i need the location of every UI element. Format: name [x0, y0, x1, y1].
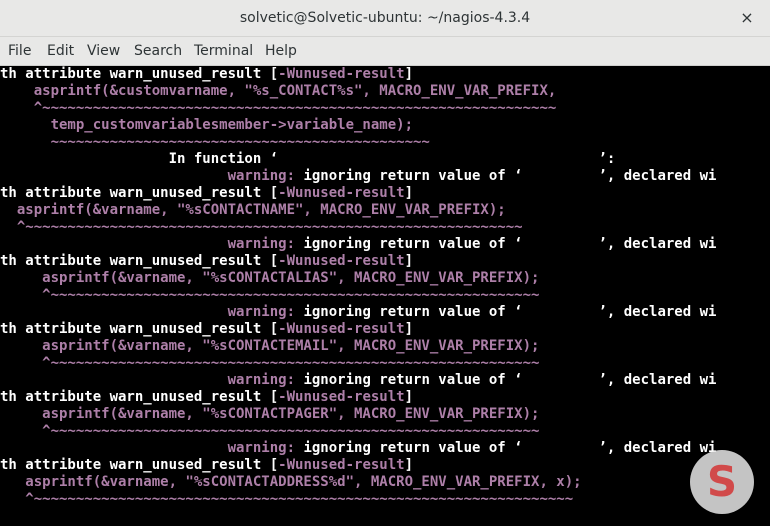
terminal-text: -Wunused-result [278, 66, 405, 82]
terminal-line: asprintf(&varname, "%sCONTACTALIAS", MAC… [0, 270, 539, 287]
terminal-line: asprintf(&customvarname, "%s_CONTACT%s",… [0, 83, 557, 100]
terminal-text: -Wunused-result [278, 185, 405, 201]
terminal-text: ] [404, 185, 414, 201]
terminal-text: -Wunused-result [278, 389, 405, 405]
terminal-text: ] [404, 389, 414, 405]
terminal-text: ^~~~~~~~~~~~~~~~~~~~~~~~~~~~~~~~~~~~~~~~… [0, 423, 540, 439]
terminal-text: asprintf(&varname, "%sCONTACTALIAS", MAC… [0, 270, 540, 286]
terminal-text: warning: [227, 168, 296, 184]
terminal-line: asprintf(&varname, "%sCONTACTADDRESS%d",… [0, 474, 582, 491]
terminal-text: asprintf(&customvarname, "%s_CONTACT%s",… [0, 83, 557, 99]
terminal-line: asprintf(&varname, "%sCONTACTPAGER", MAC… [0, 406, 539, 423]
terminal-text: -Wunused-result [278, 457, 405, 473]
menu-file[interactable]: File [8, 37, 31, 65]
terminal-line: th attribute warn_unused_result [-Wunuse… [0, 66, 413, 83]
terminal-line: ^~~~~~~~~~~~~~~~~~~~~~~~~~~~~~~~~~~~~~~~… [0, 491, 573, 508]
terminal-text: ] [404, 253, 414, 269]
close-icon[interactable]: × [736, 7, 758, 29]
terminal-line: warning: ignoring return value of ‘ ’, d… [0, 236, 717, 253]
watermark-logo: S [690, 450, 754, 514]
terminal-text: th attribute warn_unused_result [ [0, 66, 279, 82]
terminal-line: asprintf(&varname, "%sCONTACTNAME", MACR… [0, 202, 506, 219]
terminal-text: th attribute warn_unused_result [ [0, 185, 279, 201]
terminal-text: ignoring return value of ‘ ’, declared w… [295, 168, 717, 184]
terminal-text: th attribute warn_unused_result [ [0, 389, 279, 405]
terminal-text: warning: [227, 372, 296, 388]
terminal-text: th attribute warn_unused_result [ [0, 457, 279, 473]
terminal-text: -Wunused-result [278, 321, 405, 337]
terminal-text: ignoring return value of ‘ ’, declared w… [295, 372, 717, 388]
menu-edit[interactable]: Edit [47, 37, 74, 65]
menu-view[interactable]: View [87, 37, 120, 65]
terminal-text: asprintf(&varname, "%sCONTACTADDRESS%d",… [0, 474, 582, 490]
watermark-letter: S [706, 457, 738, 506]
terminal-text: ^~~~~~~~~~~~~~~~~~~~~~~~~~~~~~~~~~~~~~~~… [0, 491, 574, 507]
terminal-text: ] [404, 457, 414, 473]
terminal-text: ^~~~~~~~~~~~~~~~~~~~~~~~~~~~~~~~~~~~~~~~… [0, 100, 557, 116]
window-title: solvetic@Solvetic-ubuntu: ~/nagios-4.3.4 [239, 10, 531, 26]
terminal-text: ^~~~~~~~~~~~~~~~~~~~~~~~~~~~~~~~~~~~~~~~… [0, 355, 540, 371]
title-bar: solvetic@Solvetic-ubuntu: ~/nagios-4.3.4… [0, 0, 770, 37]
terminal-text: ^~~~~~~~~~~~~~~~~~~~~~~~~~~~~~~~~~~~~~~~… [0, 287, 540, 303]
menu-bar: File Edit View Search Terminal Help [0, 37, 770, 66]
terminal-text: asprintf(&varname, "%sCONTACTEMAIL", MAC… [0, 338, 540, 354]
terminal-text: asprintf(&varname, "%sCONTACTNAME", MACR… [0, 202, 506, 218]
terminal-line: ^~~~~~~~~~~~~~~~~~~~~~~~~~~~~~~~~~~~~~~~… [0, 423, 539, 440]
terminal-text: ignoring return value of ‘ ’, declared w… [295, 236, 717, 252]
terminal-text: -Wunused-result [278, 253, 405, 269]
terminal-text: ignoring return value of ‘ ’, declared w… [295, 304, 717, 320]
terminal-line: th attribute warn_unused_result [-Wunuse… [0, 185, 413, 202]
terminal-line: In function ‘ ’: [0, 151, 616, 168]
terminal-line: ~~~~~~~~~~~~~~~~~~~~~~~~~~~~~~~~~~~~~~~~… [0, 134, 430, 151]
terminal-text: th attribute warn_unused_result [ [0, 253, 279, 269]
terminal-line: temp_customvariablesmember->variable_nam… [0, 117, 413, 134]
terminal-text: ignoring return value of ‘ ’, declared w… [295, 440, 717, 456]
menu-search[interactable]: Search [134, 37, 182, 65]
terminal-text: ~~~~~~~~~~~~~~~~~~~~~~~~~~~~~~~~~~~~~~~~… [0, 134, 430, 150]
terminal-line: th attribute warn_unused_result [-Wunuse… [0, 389, 413, 406]
terminal-text: asprintf(&varname, "%sCONTACTPAGER", MAC… [0, 406, 540, 422]
menu-terminal[interactable]: Terminal [194, 37, 253, 65]
terminal-output[interactable]: th attribute warn_unused_result [-Wunuse… [0, 66, 770, 526]
terminal-text: th attribute warn_unused_result [ [0, 321, 279, 337]
terminal-text: ] [404, 66, 414, 82]
terminal-line: th attribute warn_unused_result [-Wunuse… [0, 253, 413, 270]
terminal-text: ] [404, 321, 414, 337]
terminal-line: ^~~~~~~~~~~~~~~~~~~~~~~~~~~~~~~~~~~~~~~~… [0, 355, 539, 372]
terminal-line: th attribute warn_unused_result [-Wunuse… [0, 321, 413, 338]
terminal-text: In function ‘ ’: [0, 151, 616, 167]
terminal-line: ^~~~~~~~~~~~~~~~~~~~~~~~~~~~~~~~~~~~~~~~… [0, 287, 539, 304]
terminal-text: warning: [227, 236, 296, 252]
terminal-text: warning: [227, 440, 296, 456]
terminal-line: th attribute warn_unused_result [-Wunuse… [0, 457, 413, 474]
terminal-line: warning: ignoring return value of ‘ ’, d… [0, 304, 717, 321]
menu-help[interactable]: Help [265, 37, 297, 65]
terminal-line: ^~~~~~~~~~~~~~~~~~~~~~~~~~~~~~~~~~~~~~~~… [0, 100, 557, 117]
terminal-line: warning: ignoring return value of ‘ ’, d… [0, 372, 717, 389]
terminal-line: warning: ignoring return value of ‘ ’, d… [0, 168, 717, 185]
terminal-text: temp_customvariablesmember->variable_nam… [0, 117, 414, 133]
terminal-line: warning: ignoring return value of ‘ ’, d… [0, 440, 717, 457]
terminal-text: ^~~~~~~~~~~~~~~~~~~~~~~~~~~~~~~~~~~~~~~~… [0, 219, 523, 235]
terminal-text: warning: [227, 304, 296, 320]
terminal-line: asprintf(&varname, "%sCONTACTEMAIL", MAC… [0, 338, 539, 355]
terminal-line: ^~~~~~~~~~~~~~~~~~~~~~~~~~~~~~~~~~~~~~~~… [0, 219, 523, 236]
